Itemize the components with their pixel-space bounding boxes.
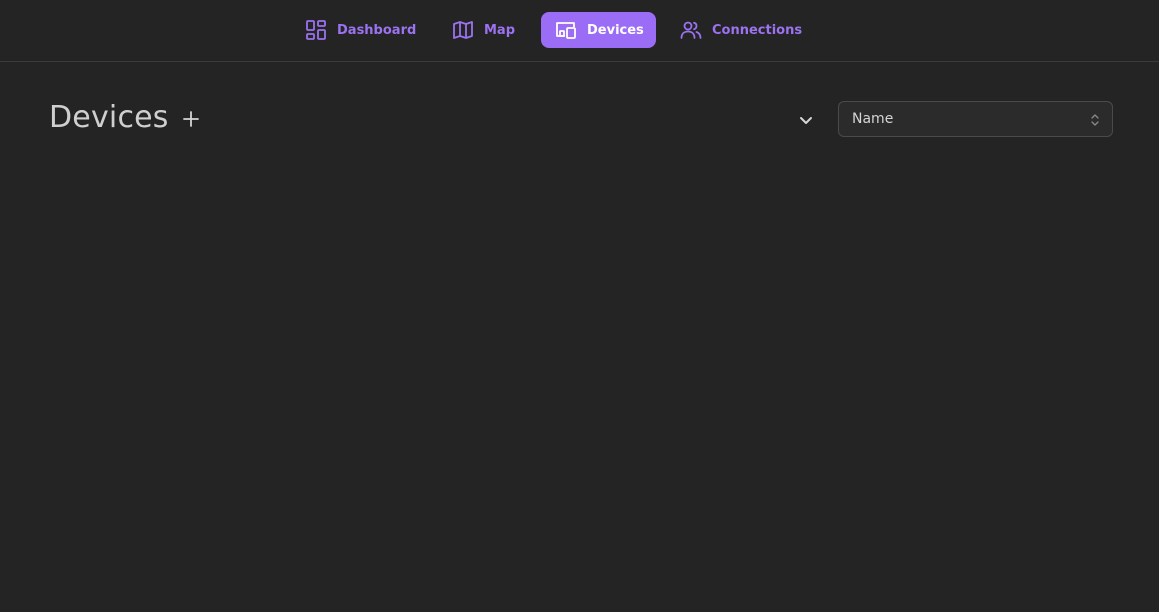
nav-item-connections[interactable]: Connections bbox=[666, 12, 816, 48]
sort-by-select[interactable]: Name bbox=[838, 101, 1113, 137]
nav-label-connections: Connections bbox=[712, 22, 803, 38]
page-title: Devices bbox=[49, 100, 169, 135]
select-updown-icon bbox=[1090, 112, 1100, 128]
nav-label-devices: Devices bbox=[587, 22, 644, 38]
sort-select-value: Name bbox=[852, 111, 894, 127]
nav-item-map[interactable]: Map bbox=[438, 12, 529, 48]
devices-icon bbox=[555, 19, 577, 41]
nav-item-devices[interactable]: Devices bbox=[541, 12, 656, 48]
add-device-button[interactable] bbox=[178, 106, 204, 132]
nav-label-dashboard: Dashboard bbox=[337, 22, 417, 38]
plus-icon bbox=[182, 110, 200, 128]
sort-order-toggle[interactable] bbox=[794, 108, 818, 132]
top-navigation: Dashboard Map Devices Connections bbox=[0, 0, 1159, 62]
dashboard-icon bbox=[305, 19, 327, 41]
chevron-down-icon bbox=[798, 112, 814, 128]
map-icon bbox=[452, 19, 474, 41]
nav-label-map: Map bbox=[484, 22, 516, 38]
nav-item-dashboard[interactable]: Dashboard bbox=[291, 12, 430, 48]
users-icon bbox=[680, 19, 702, 41]
